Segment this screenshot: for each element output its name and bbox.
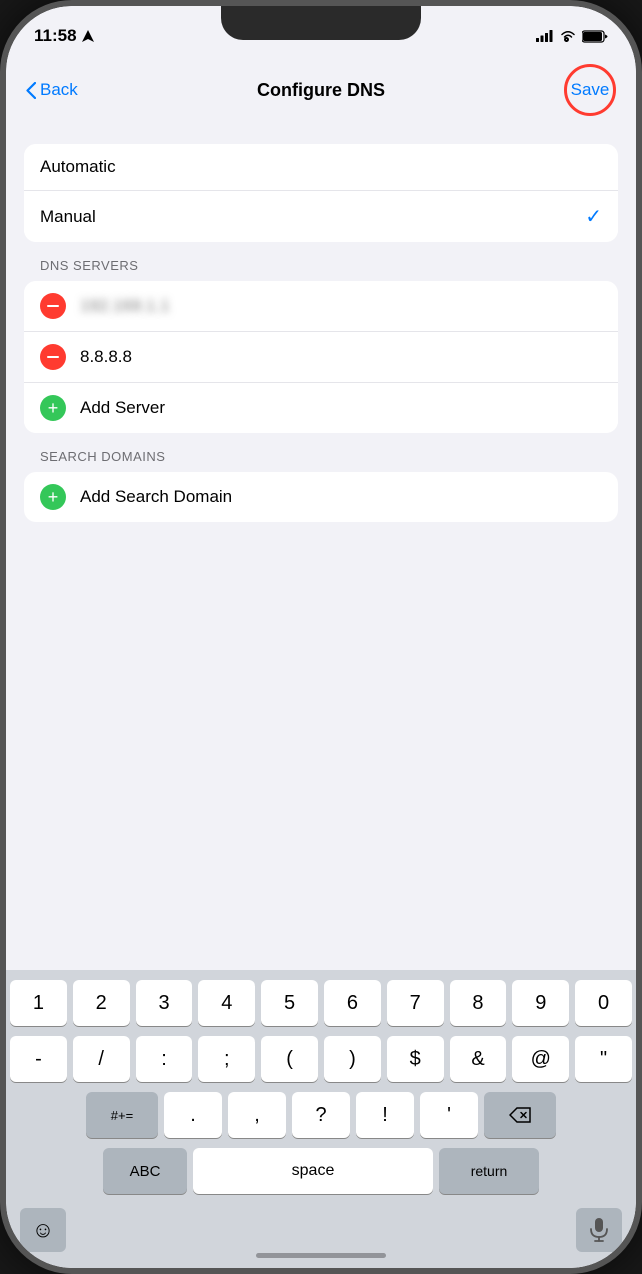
save-label: Save [571,80,610,100]
automatic-option[interactable]: Automatic [24,144,618,191]
manual-option[interactable]: Manual ✓ [24,191,618,242]
key-1[interactable]: 1 [10,980,67,1026]
status-time: 11:58 [34,26,94,46]
mic-button[interactable] [576,1208,622,1252]
dns-servers-group: 192.168.1.1 8.8.8.8 Add Server [24,281,618,433]
key-hashtag[interactable]: #+= [86,1092,158,1138]
nav-bar: Back Configure DNS Save [6,56,636,128]
notch [221,6,421,40]
add-search-domain-button[interactable] [40,484,66,510]
key-2[interactable]: 2 [73,980,130,1026]
wifi-icon [560,30,576,42]
key-dash[interactable]: - [10,1036,67,1082]
keyboard-row-symbols: - / : ; ( ) $ & @ " [10,1036,632,1082]
time-display: 11:58 [34,26,77,46]
delete-key[interactable] [484,1092,556,1138]
return-key[interactable]: return [439,1148,539,1194]
space-key[interactable]: space [193,1148,433,1194]
selected-checkmark: ✓ [585,204,602,229]
key-apostrophe[interactable]: ' [420,1092,478,1138]
battery-icon [582,30,608,43]
keyboard-row-special: #+= . , ? ! ' [10,1092,632,1138]
key-dollar[interactable]: $ [387,1036,444,1082]
back-button[interactable]: Back [26,80,78,100]
key-ampersand[interactable]: & [450,1036,507,1082]
dns-server-1-ip: 192.168.1.1 [80,296,170,316]
signal-icon [536,30,554,42]
remove-server-2-button[interactable] [40,344,66,370]
key-3[interactable]: 3 [136,980,193,1026]
dns-mode-group: Automatic Manual ✓ [24,144,618,242]
dns-server-item-1[interactable]: 192.168.1.1 [24,281,618,332]
key-quote[interactable]: " [575,1036,632,1082]
key-0[interactable]: 0 [575,980,632,1026]
key-period[interactable]: . [164,1092,222,1138]
keyboard-row-numbers: 1 2 3 4 5 6 7 8 9 0 [10,980,632,1026]
mic-icon [590,1218,608,1242]
add-search-domain-item[interactable]: Add Search Domain [24,472,618,522]
home-indicator [256,1253,386,1258]
keyboard: 1 2 3 4 5 6 7 8 9 0 - / : ; ( ) $ & [6,970,636,1268]
automatic-label: Automatic [40,157,116,177]
key-9[interactable]: 9 [512,980,569,1026]
key-slash[interactable]: / [73,1036,130,1082]
search-domains-group: Add Search Domain [24,472,618,522]
delete-icon [509,1107,531,1123]
key-question[interactable]: ? [292,1092,350,1138]
phone-frame: 11:58 [0,0,642,1274]
dns-server-item-2[interactable]: 8.8.8.8 [24,332,618,383]
key-colon[interactable]: : [136,1036,193,1082]
search-domains-header: SEARCH DOMAINS [6,433,636,472]
key-closeparen[interactable]: ) [324,1036,381,1082]
key-comma[interactable]: , [228,1092,286,1138]
status-icons [536,30,608,43]
key-8[interactable]: 8 [450,980,507,1026]
add-search-domain-label: Add Search Domain [80,487,232,507]
add-server-item[interactable]: Add Server [24,383,618,433]
key-7[interactable]: 7 [387,980,444,1026]
chevron-left-icon [26,82,36,99]
add-server-button[interactable] [40,395,66,421]
key-5[interactable]: 5 [261,980,318,1026]
key-exclaim[interactable]: ! [356,1092,414,1138]
back-label: Back [40,80,78,100]
manual-label: Manual [40,207,96,227]
add-server-label: Add Server [80,398,165,418]
abc-key[interactable]: ABC [103,1148,187,1194]
key-4[interactable]: 4 [198,980,255,1026]
keyboard-row-bottom: ABC space return [10,1148,632,1194]
location-icon [82,30,94,42]
save-button[interactable]: Save [564,64,616,116]
phone-screen: 11:58 [6,6,636,1268]
key-semicolon[interactable]: ; [198,1036,255,1082]
content-area: Automatic Manual ✓ DNS SERVERS 192.168.1… [6,128,636,530]
remove-server-1-button[interactable] [40,293,66,319]
emoji-button[interactable]: ☺ [20,1208,66,1252]
page-title: Configure DNS [257,80,385,101]
dns-server-2-ip: 8.8.8.8 [80,347,132,367]
key-6[interactable]: 6 [324,980,381,1026]
key-at[interactable]: @ [512,1036,569,1082]
dns-servers-header: DNS SERVERS [6,242,636,281]
key-openparen[interactable]: ( [261,1036,318,1082]
